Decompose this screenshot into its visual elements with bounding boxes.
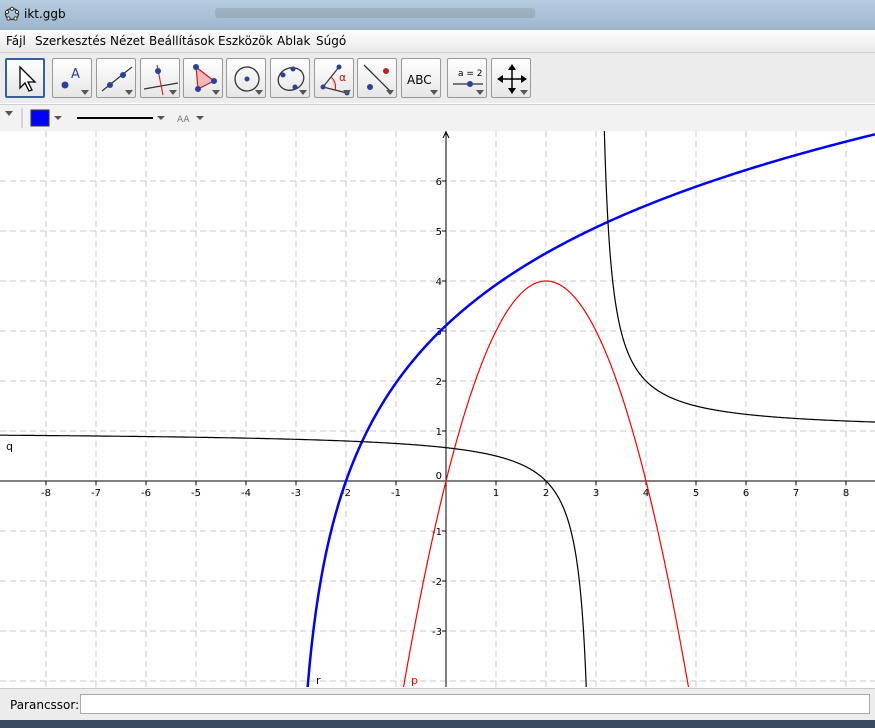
graphics-view[interactable]: -8-7-6-5-4-3-2-1123456780-3-2-1123456rpq [0, 131, 875, 687]
function-q-label: q [6, 440, 13, 453]
x-tick-label: 6 [743, 488, 749, 499]
input-bar: Parancssor: [0, 688, 875, 728]
menu-bar: Fájl Szerkesztés Nézet Beállítások Eszkö… [0, 30, 875, 53]
y-tick-label: 2 [436, 377, 442, 388]
line-style-dropdown-icon[interactable] [157, 116, 165, 120]
color-dropdown-icon[interactable] [54, 116, 62, 120]
svg-text:A: A [71, 67, 80, 82]
toolbar: A [0, 53, 875, 103]
dropdown-triangle-icon [430, 90, 438, 95]
dropdown-triangle-icon [299, 90, 307, 95]
y-tick-label: -3 [432, 627, 442, 638]
conic-tool-button[interactable] [270, 58, 310, 98]
dropdown-triangle-icon [81, 90, 89, 95]
menu-options[interactable]: Beállítások [149, 34, 215, 48]
dropdown-triangle-icon [520, 90, 528, 95]
y-tick-label: 4 [436, 277, 442, 288]
function-q-curve-right [604, 131, 875, 423]
angle-tool-button[interactable]: α [314, 58, 354, 98]
x-tick-label: 8 [843, 488, 849, 499]
y-tick-label: 1 [436, 427, 442, 438]
point-tool-button[interactable]: A [52, 58, 92, 98]
perpendicular-line-tool-button[interactable] [140, 58, 180, 98]
function-r-label: r [316, 674, 321, 687]
text-tool-button[interactable]: ABC [401, 58, 441, 98]
svg-text:a = 2: a = 2 [458, 69, 483, 79]
x-tick-label: 5 [693, 488, 699, 499]
menu-view[interactable]: Nézet [110, 34, 145, 48]
menu-tools[interactable]: Eszközök [218, 34, 273, 48]
x-tick-label: -7 [91, 488, 101, 499]
menu-edit[interactable]: Szerkesztés [35, 34, 106, 48]
function-r-curve [305, 131, 875, 687]
dropdown-triangle-icon [169, 90, 177, 95]
command-input[interactable] [80, 694, 870, 714]
input-bar-label: Parancssor: [10, 698, 79, 712]
x-tick-label: -4 [241, 488, 251, 499]
x-tick-label: 7 [793, 488, 799, 499]
dropdown-triangle-icon [255, 90, 263, 95]
dropdown-triangle-icon [343, 90, 351, 95]
x-tick-label: -8 [41, 488, 51, 499]
polygon-tool-button[interactable] [183, 58, 223, 98]
color-swatch[interactable] [31, 110, 49, 126]
background-window-blur [215, 8, 535, 18]
x-tick-label: -3 [291, 488, 301, 499]
x-tick-label: -6 [141, 488, 151, 499]
menu-file[interactable]: Fájl [6, 34, 26, 48]
x-tick-label: -5 [191, 488, 201, 499]
menu-help[interactable]: Súgó [316, 34, 346, 48]
svg-text:ABC: ABC [407, 73, 432, 87]
style-bar: AA [0, 104, 875, 132]
toggle-stylebar-triangle-icon[interactable] [5, 111, 13, 116]
x-tick-label: -1 [391, 488, 401, 499]
x-tick-label: 3 [593, 488, 599, 499]
dropdown-triangle-icon [476, 90, 484, 95]
x-tick-label: 1 [493, 488, 499, 499]
slider-tool-button[interactable]: a = 2 [447, 58, 487, 98]
circle-tool-button[interactable] [226, 58, 266, 98]
font-size-button[interactable]: AA [177, 115, 190, 125]
line-tool-button[interactable] [96, 58, 136, 98]
reflect-tool-button[interactable] [357, 58, 397, 98]
y-tick-label: -2 [432, 577, 442, 588]
dropdown-triangle-icon [212, 90, 220, 95]
move-graphics-view-button[interactable] [491, 58, 531, 98]
dropdown-triangle-icon [386, 90, 394, 95]
font-size-dropdown-icon[interactable] [196, 116, 204, 120]
menu-window[interactable]: Ablak [277, 34, 310, 48]
origin-label: 0 [436, 471, 442, 482]
dropdown-triangle-icon [125, 90, 133, 95]
title-bar: ikt.ggb [0, 0, 875, 30]
y-tick-label: 5 [436, 227, 442, 238]
y-tick-label: 6 [436, 177, 442, 188]
arrow-cursor-icon [7, 60, 45, 98]
function-q-curve-left [0, 435, 588, 687]
window-title: ikt.ggb [24, 7, 66, 21]
x-tick-label: 2 [543, 488, 549, 499]
svg-text:α: α [339, 71, 346, 84]
geogebra-app-icon [4, 6, 20, 22]
function-p-label: p [411, 674, 418, 687]
move-tool-button[interactable] [5, 58, 45, 98]
